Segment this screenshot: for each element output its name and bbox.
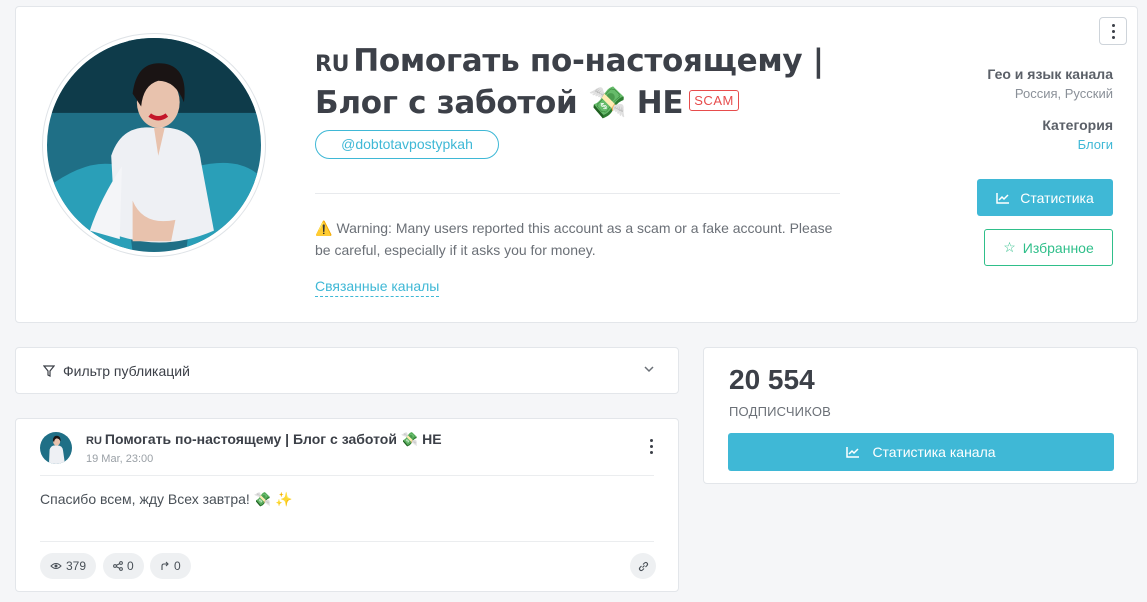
- copy-link-button[interactable]: [630, 553, 656, 579]
- related-channels-link[interactable]: Связанные каналы: [315, 278, 440, 297]
- ru-flag-icon: RU: [315, 52, 350, 77]
- chevron-down-icon[interactable]: [644, 360, 654, 376]
- shares-counter[interactable]: 0: [103, 553, 144, 579]
- post-date: 19 Mar, 23:00: [86, 453, 154, 465]
- geo-label: Гео и язык канала: [987, 66, 1113, 82]
- divider: [315, 193, 840, 194]
- shares-count: 0: [127, 559, 134, 573]
- kebab-dot-icon: [650, 451, 653, 454]
- publications-filter[interactable]: Фильтр публикаций: [15, 347, 679, 394]
- post-channel-title[interactable]: RU Помогать по-настоящему | Блог с забото…: [86, 431, 442, 448]
- views-counter[interactable]: 379: [40, 553, 97, 579]
- post-card: RU Помогать по-настоящему | Блог с забото…: [15, 418, 679, 592]
- geo-language-block: Гео и язык канала Россия, Русский: [987, 66, 1113, 101]
- forwards-counter[interactable]: 0: [150, 553, 191, 579]
- favorite-button-label: Избранное: [1022, 239, 1094, 256]
- category-link[interactable]: Блоги: [1042, 137, 1113, 152]
- geo-value: Россия, Русский: [1014, 86, 1113, 101]
- channel-statistics-label: Статистика канала: [872, 444, 996, 460]
- post-avatar[interactable]: [40, 432, 72, 464]
- chart-line-icon: [846, 447, 860, 458]
- divider: [40, 541, 654, 542]
- forwards-count: 0: [174, 559, 181, 573]
- channel-statistics-button[interactable]: Статистика канала: [728, 433, 1114, 471]
- statistics-button-label: Статистика: [1020, 189, 1094, 206]
- subscribers-card: 20 554 ПОДПИСЧИКОВ Статистика канала: [703, 347, 1138, 484]
- kebab-dot-icon: [650, 439, 653, 442]
- filter-label: Фильтр публикаций: [63, 363, 190, 379]
- kebab-dot-icon: [1111, 35, 1115, 39]
- subscribers-label: ПОДПИСЧИКОВ: [729, 404, 832, 419]
- divider: [40, 475, 654, 476]
- category-label: Категория: [1042, 117, 1113, 133]
- channel-title-text: Помогать по-настоящему | Блог с заботой …: [315, 43, 824, 121]
- eye-icon: [50, 563, 62, 569]
- channel-profile-card: RU Помогать по-настоящему | Блог с забото…: [15, 6, 1138, 323]
- views-count: 379: [66, 559, 87, 573]
- post-text: Спасибо всем, жду Всех завтра! 💸 ✨: [40, 491, 293, 507]
- more-options-button[interactable]: [1099, 17, 1127, 45]
- scam-badge: SCAM: [689, 90, 739, 111]
- warning-icon: ⚠️: [315, 220, 333, 236]
- kebab-dot-icon: [650, 445, 653, 448]
- channel-avatar: [42, 33, 266, 257]
- favorite-button[interactable]: ☆ Избранное: [984, 229, 1113, 266]
- warning-text: Warning: Many users reported this accoun…: [315, 220, 833, 258]
- share-icon: [113, 561, 123, 571]
- post-more-button[interactable]: [650, 439, 653, 454]
- channel-username-link[interactable]: @dobtotavpostypkah: [315, 130, 499, 159]
- avatar-photo: [47, 38, 261, 252]
- link-icon: [638, 561, 648, 571]
- ru-flag-icon: RU: [86, 435, 102, 447]
- scam-warning: ⚠️ Warning: Many users reported this acco…: [315, 217, 835, 261]
- channel-title: RU Помогать по-настоящему | Блог с забото…: [315, 42, 855, 123]
- statistics-button[interactable]: Статистика: [977, 179, 1113, 216]
- subscribers-count: 20 554: [729, 364, 815, 395]
- filter-icon: [43, 365, 55, 377]
- category-block: Категория Блоги: [1042, 117, 1113, 152]
- chart-line-icon: [996, 192, 1010, 204]
- kebab-dot-icon: [1111, 23, 1115, 27]
- kebab-dot-icon: [1111, 29, 1115, 33]
- forward-icon: [161, 561, 169, 570]
- post-title-text: Помогать по-настоящему | Блог с заботой …: [104, 431, 442, 447]
- star-icon: ☆: [1003, 239, 1016, 255]
